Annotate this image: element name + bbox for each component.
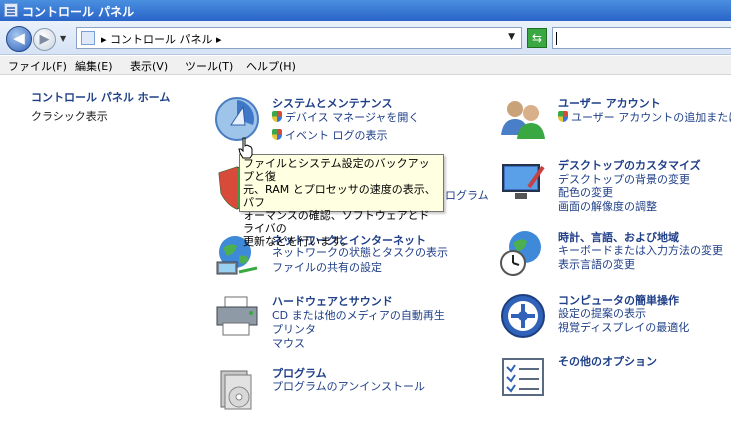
desktop-customize-icon[interactable] bbox=[499, 157, 547, 205]
menu-tools[interactable]: ツール(T) bbox=[185, 58, 233, 74]
tooltip-line-2: 元、RAM とプロセッサの速度の表示、パフ bbox=[243, 183, 436, 209]
add-remove-user-link[interactable]: ユーザー アカウントの追加または削 bbox=[558, 109, 731, 125]
uac-shield-icon bbox=[272, 129, 282, 140]
title-bar: コントロール パネル bbox=[0, 0, 731, 21]
menu-help[interactable]: ヘルプ(H) bbox=[246, 58, 296, 74]
back-button[interactable]: ◀ bbox=[6, 26, 32, 52]
tooltip-line-4: 更新などを行います。 bbox=[243, 235, 352, 248]
menu-file[interactable]: ファイル(F) bbox=[8, 58, 67, 74]
navigation-bar: ◀ ▶ ▼ ▸ コントロール パネル ▸ ▼ ⇆ bbox=[0, 21, 731, 55]
screen-resolution-link[interactable]: 画面の解像度の調整 bbox=[558, 198, 657, 214]
address-path[interactable]: ▸ コントロール パネル ▸ bbox=[101, 31, 222, 47]
system-maintenance-icon[interactable] bbox=[213, 95, 261, 143]
hand-pointer-icon bbox=[238, 137, 253, 159]
menu-bar: ファイル(F) 編集(E) 表示(V) ツール(T) ヘルプ(H) bbox=[0, 56, 731, 75]
mouse-link[interactable]: マウス bbox=[272, 335, 305, 351]
tooltip: ファイルとシステム設定のバックアップと復 元、RAM とプロセッサの速度の表示、… bbox=[239, 154, 444, 248]
menu-view[interactable]: 表示(V) bbox=[130, 58, 168, 74]
programs-icon[interactable] bbox=[213, 365, 261, 413]
user-accounts-icon[interactable] bbox=[499, 95, 547, 143]
uac-shield-icon bbox=[272, 111, 282, 122]
uac-shield-icon bbox=[558, 111, 568, 122]
display-language-link[interactable]: 表示言語の変更 bbox=[558, 256, 635, 272]
uninstall-program-link[interactable]: プログラムのアンインストール bbox=[272, 378, 425, 394]
folder-icon bbox=[81, 31, 95, 45]
refresh-button[interactable]: ⇆ bbox=[527, 28, 547, 48]
text-caret bbox=[556, 32, 557, 45]
history-dropdown-icon[interactable]: ▼ bbox=[60, 34, 66, 43]
control-panel-home-link[interactable]: コントロール パネル ホーム bbox=[31, 89, 170, 105]
control-panel-icon bbox=[4, 3, 18, 17]
tooltip-line-1: ファイルとシステム設定のバックアップと復 bbox=[243, 157, 430, 183]
address-dropdown-icon[interactable]: ▼ bbox=[508, 32, 515, 42]
ease-of-access-icon[interactable] bbox=[499, 292, 547, 340]
file-sharing-link[interactable]: ファイルの共有の設定 bbox=[272, 259, 382, 275]
other-options-title[interactable]: その他のオプション bbox=[558, 353, 657, 369]
optimize-display-link[interactable]: 視覚ディスプレイの最適化 bbox=[558, 319, 689, 335]
add-remove-user-label: ユーザー アカウントの追加または削 bbox=[571, 111, 731, 124]
classic-view-link[interactable]: クラシック表示 bbox=[31, 108, 108, 124]
forward-button[interactable]: ▶ bbox=[33, 28, 56, 51]
device-manager-link[interactable]: デバイス マネージャを開く bbox=[272, 109, 419, 125]
event-log-label: イベント ログの表示 bbox=[285, 129, 388, 142]
printer-icon[interactable] bbox=[213, 293, 261, 341]
search-input[interactable] bbox=[552, 27, 731, 49]
tooltip-line-3: ォーマンスの確認、ソフトウェアとドライバの bbox=[243, 209, 430, 235]
menu-edit[interactable]: 編集(E) bbox=[75, 58, 113, 74]
device-manager-label: デバイス マネージャを開く bbox=[285, 111, 420, 124]
address-bar[interactable]: ▸ コントロール パネル ▸ ▼ bbox=[76, 27, 522, 49]
security-program-link[interactable]: ログラム bbox=[445, 187, 489, 203]
clock-globe-icon[interactable] bbox=[499, 229, 547, 277]
window-title: コントロール パネル bbox=[22, 5, 135, 19]
event-log-link[interactable]: イベント ログの表示 bbox=[272, 127, 388, 143]
other-options-icon[interactable] bbox=[499, 353, 547, 401]
